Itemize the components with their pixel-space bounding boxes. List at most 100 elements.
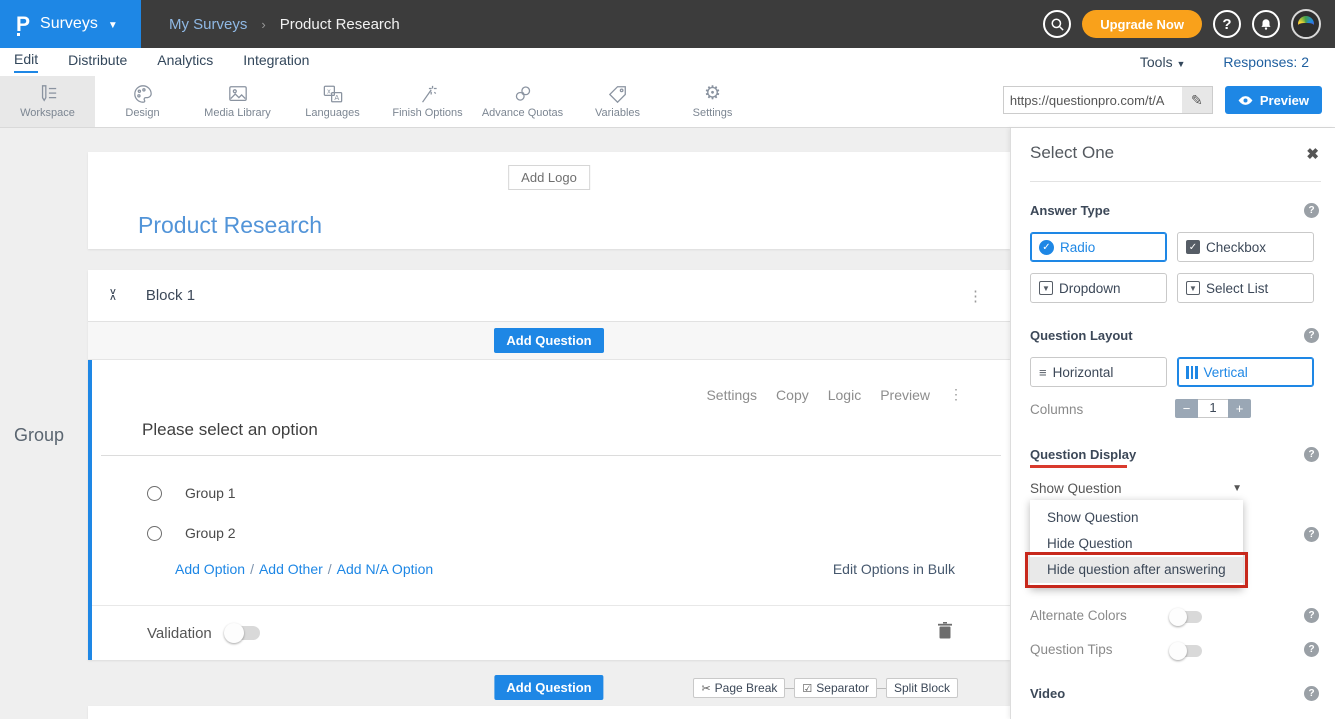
layout-vertical-button[interactable]: Vertical	[1177, 357, 1314, 387]
alternate-colors-toggle[interactable]	[1171, 611, 1202, 623]
avatar[interactable]	[1291, 9, 1321, 39]
tabbar-right: Tools ▼ Responses: 2	[1140, 54, 1321, 70]
edit-url-button[interactable]: ✎	[1182, 87, 1212, 113]
toolbar-item-settings[interactable]: ⚙ Settings	[665, 76, 760, 127]
image-icon	[227, 84, 249, 104]
question-card[interactable]: Settings Copy Logic Preview ⋮ Please sel…	[88, 360, 1010, 660]
help-icon[interactable]: ?	[1304, 328, 1319, 343]
dropdown-icon: ▼	[1039, 281, 1053, 295]
delete-question-button[interactable]	[938, 622, 952, 644]
help-icon[interactable]: ?	[1304, 527, 1319, 542]
menu-item-show-question[interactable]: Show Question	[1030, 505, 1243, 531]
help-button[interactable]: ?	[1213, 10, 1241, 38]
toolbar-item-design[interactable]: Design	[95, 76, 190, 127]
menu-item-hide-after-answering[interactable]: Hide question after answering	[1030, 557, 1243, 583]
help-icon[interactable]: ?	[1304, 203, 1319, 218]
toolbar-item-variables[interactable]: Variables	[570, 76, 665, 127]
layout-horizontal-button[interactable]: ≡Horizontal	[1030, 357, 1167, 387]
question-tips-label: Question Tips	[1030, 642, 1113, 657]
separator-button[interactable]: ☑Separator	[794, 678, 877, 698]
add-question-button[interactable]: Add Question	[494, 675, 603, 700]
question-tips-toggle[interactable]	[1171, 645, 1202, 657]
option-label[interactable]: Group 1	[185, 485, 236, 501]
question-copy-link[interactable]: Copy	[776, 387, 809, 403]
question-display-select[interactable]: Show Question ▼	[1030, 476, 1242, 500]
block-header: ˅˄ Block 1 ⋮	[88, 270, 1010, 322]
block-title[interactable]: Block 1	[146, 287, 195, 304]
answer-type-label: Answer Type	[1030, 203, 1110, 218]
svg-text:x: x	[327, 87, 331, 96]
radio-option-icon[interactable]	[147, 526, 162, 541]
question-preview-link[interactable]: Preview	[880, 387, 930, 403]
chevron-down-icon: ▼	[1232, 483, 1242, 494]
question-more-menu-icon[interactable]: ⋮	[949, 386, 964, 403]
alternate-colors-label: Alternate Colors	[1030, 608, 1127, 623]
menu-item-hide-question[interactable]: Hide Question	[1030, 531, 1243, 557]
columns-label: Columns	[1030, 402, 1083, 417]
answer-type-select-list[interactable]: ▼Select List	[1177, 273, 1314, 303]
help-icon[interactable]: ?	[1304, 642, 1319, 657]
survey-title[interactable]: Product Research	[138, 212, 322, 239]
answer-type-dropdown[interactable]: ▼Dropdown	[1030, 273, 1167, 303]
survey-canvas: Group Add Logo Product Research ˅˄ Block…	[0, 128, 1010, 719]
product-label: Surveys	[40, 15, 98, 33]
add-na-option-link[interactable]: Add N/A Option	[337, 561, 434, 577]
notifications-button[interactable]	[1252, 10, 1280, 38]
block-menu-icon[interactable]: ⋮	[968, 287, 984, 305]
tools-menu[interactable]: Tools ▼	[1140, 54, 1186, 70]
add-option-link[interactable]: Add Option	[175, 561, 245, 577]
vertical-bars-icon	[1186, 366, 1198, 379]
collapse-block-icon[interactable]: ˅˄	[110, 290, 116, 302]
toolbar-item-finish-options[interactable]: Finish Options	[380, 76, 475, 127]
selected-display-value: Show Question	[1030, 481, 1122, 496]
help-icon[interactable]: ?	[1304, 447, 1319, 462]
responses-link[interactable]: Responses: 2	[1223, 54, 1309, 70]
tab-edit[interactable]: Edit	[14, 51, 38, 73]
product-switcher[interactable]: P Surveys ▼	[0, 0, 141, 48]
increment-button[interactable]: +	[1228, 399, 1251, 418]
survey-url-input[interactable]	[1004, 87, 1182, 113]
search-icon	[1050, 17, 1065, 32]
translate-icon: xA	[322, 84, 344, 104]
tab-distribute[interactable]: Distribute	[68, 52, 127, 72]
link-separator: /	[250, 561, 254, 577]
columns-stepper: − 1 +	[1175, 399, 1251, 418]
answer-type-radio[interactable]: ✓Radio	[1030, 232, 1167, 262]
upgrade-now-button[interactable]: Upgrade Now	[1082, 10, 1202, 38]
add-logo-button[interactable]: Add Logo	[508, 165, 590, 190]
question-settings-link[interactable]: Settings	[706, 387, 757, 403]
question-text[interactable]: Please select an option	[142, 420, 318, 440]
questionpro-logo: P	[16, 14, 30, 35]
breadcrumb-my-surveys[interactable]: My Surveys	[169, 16, 247, 33]
help-icon[interactable]: ?	[1304, 608, 1319, 623]
help-icon[interactable]: ?	[1304, 686, 1319, 701]
add-question-button[interactable]: Add Question	[494, 328, 603, 353]
search-button[interactable]	[1043, 10, 1071, 38]
add-other-link[interactable]: Add Other	[259, 561, 323, 577]
toolbar-item-workspace[interactable]: Workspace	[0, 76, 95, 127]
top-bar: P Surveys ▼ My Surveys › Product Researc…	[0, 0, 1335, 48]
block-footer: Add Question ✂Page Break ☑Separator Spli…	[88, 660, 1010, 706]
answer-type-checkbox[interactable]: ✓Checkbox	[1177, 232, 1314, 262]
radio-option-icon[interactable]	[147, 486, 162, 501]
page-break-button[interactable]: ✂Page Break	[693, 678, 785, 698]
panel-title: Select One	[1030, 143, 1114, 163]
preview-button[interactable]: Preview	[1225, 86, 1322, 114]
svg-text:A: A	[334, 93, 339, 102]
toolbar-item-media-library[interactable]: Media Library	[190, 76, 285, 127]
question-logic-link[interactable]: Logic	[828, 387, 861, 403]
decrement-button[interactable]: −	[1175, 399, 1198, 418]
toolbar-right: ✎ Preview	[1003, 86, 1322, 114]
toolbar-item-advance-quotas[interactable]: Advance Quotas	[475, 76, 570, 127]
edit-options-in-bulk-link[interactable]: Edit Options in Bulk	[833, 561, 955, 577]
block-footer-buttons: ✂Page Break ☑Separator Split Block	[693, 678, 958, 698]
checkbox-icon: ☑	[802, 682, 812, 695]
close-icon[interactable]: ✖	[1306, 145, 1319, 163]
split-block-button[interactable]: Split Block	[886, 678, 958, 698]
validation-toggle[interactable]	[226, 626, 260, 640]
tab-analytics[interactable]: Analytics	[157, 52, 213, 72]
tab-integration[interactable]: Integration	[243, 52, 309, 72]
breadcrumb-separator-icon: ›	[261, 17, 265, 32]
toolbar-item-languages[interactable]: xA Languages	[285, 76, 380, 127]
option-label[interactable]: Group 2	[185, 525, 236, 541]
